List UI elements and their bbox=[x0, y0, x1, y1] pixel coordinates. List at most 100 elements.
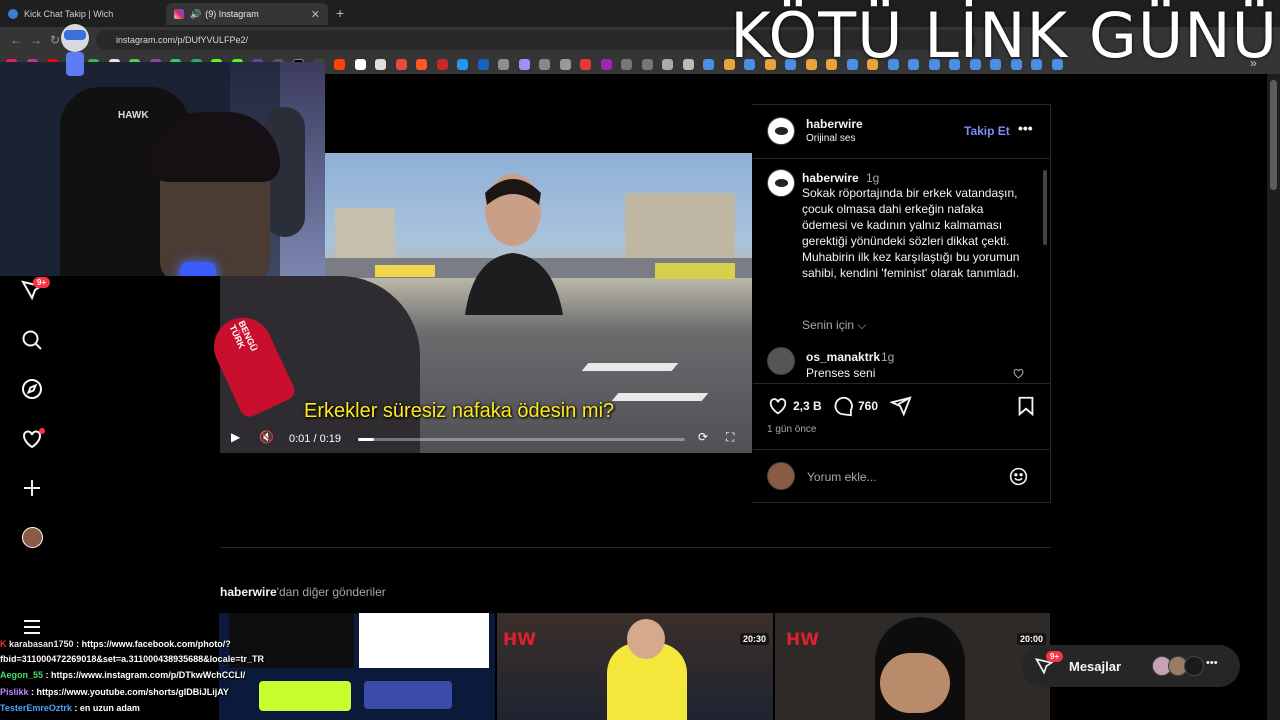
post-timestamp: 1 gün önce bbox=[767, 424, 817, 435]
bookmark-icon[interactable] bbox=[600, 58, 612, 70]
haberwire-logo: HW bbox=[503, 630, 536, 650]
bookmark-icon[interactable] bbox=[416, 58, 427, 70]
comment-like-icon[interactable] bbox=[1012, 367, 1025, 380]
progress-fill bbox=[358, 438, 375, 441]
folder-icon[interactable] bbox=[682, 58, 694, 70]
comments-scrollbar[interactable] bbox=[1042, 160, 1048, 382]
bookmark-icon[interactable] bbox=[518, 58, 530, 70]
caption-username[interactable]: haberwire bbox=[802, 171, 859, 185]
time-total: 0:19 bbox=[319, 433, 342, 445]
chat-username: Pislikk bbox=[0, 686, 29, 697]
messages-button[interactable]: 9+ Mesajlar ••• bbox=[1022, 645, 1240, 687]
bookmark-icon[interactable] bbox=[703, 58, 714, 70]
new-tab-button[interactable]: + bbox=[336, 5, 344, 21]
profile-icon[interactable] bbox=[22, 527, 43, 548]
panel-divider bbox=[753, 449, 1050, 450]
for-you-label: Senin için bbox=[802, 318, 855, 332]
notification-dot bbox=[39, 428, 45, 434]
instagram-favicon-icon bbox=[174, 9, 184, 19]
scrollbar-thumb[interactable] bbox=[1270, 80, 1277, 190]
explore-icon[interactable] bbox=[20, 377, 44, 401]
forward-icon[interactable]: → bbox=[30, 33, 42, 47]
comment-icon[interactable] bbox=[832, 395, 854, 417]
more-posts-heading: haberwire'dan diğer gönderiler bbox=[220, 585, 386, 599]
back-icon[interactable]: ← bbox=[10, 33, 22, 47]
create-icon[interactable] bbox=[20, 476, 44, 500]
post-thumbnail[interactable] bbox=[497, 613, 773, 720]
bookmark-icon[interactable] bbox=[539, 58, 550, 70]
url-text: instagram.com/p/DUfYVULFPe2/ bbox=[116, 35, 249, 45]
chat-username: Aegon_55 bbox=[0, 670, 44, 680]
chat-message: Aegon_55 : https://www.instagram.com/p/D… bbox=[0, 667, 300, 684]
time-current: 0:01 bbox=[289, 433, 311, 445]
bookmark-icon[interactable] bbox=[641, 58, 653, 70]
page-scrollbar[interactable] bbox=[1267, 74, 1280, 720]
close-tab-icon[interactable]: ✕ bbox=[311, 8, 320, 21]
play-icon[interactable]: ▶ bbox=[231, 430, 240, 444]
share-icon[interactable] bbox=[890, 395, 912, 417]
speaker-icon: 🔊 bbox=[190, 8, 202, 19]
bookmark-icon[interactable] bbox=[354, 58, 366, 70]
notification-badge: 9+ bbox=[33, 277, 51, 288]
save-icon[interactable] bbox=[1015, 395, 1037, 417]
kick-favicon-icon bbox=[8, 9, 18, 19]
panel-divider bbox=[753, 158, 1050, 159]
current-user-avatar bbox=[767, 462, 795, 490]
for-you-toggle[interactable]: Senin için ⌵ bbox=[802, 318, 866, 333]
video-progress-bar[interactable] bbox=[358, 438, 685, 441]
comment-username[interactable]: os_manaktrk bbox=[806, 350, 880, 364]
like-count[interactable]: 2,3 B bbox=[793, 399, 822, 413]
bookmark-icon[interactable] bbox=[621, 58, 632, 70]
bookmark-icon[interactable] bbox=[498, 58, 509, 70]
more-messages-icon: ••• bbox=[1206, 657, 1218, 669]
post-panel bbox=[752, 104, 1051, 503]
streamer-microphone bbox=[180, 262, 216, 276]
search-icon[interactable] bbox=[20, 328, 44, 352]
bookmark-icon[interactable] bbox=[334, 58, 345, 70]
kick-icon: K bbox=[0, 639, 7, 649]
messages-label: Mesajlar bbox=[1069, 659, 1122, 674]
comment-avatar[interactable] bbox=[767, 347, 795, 375]
like-icon[interactable] bbox=[767, 395, 789, 417]
follow-button[interactable]: Takip Et bbox=[964, 124, 1010, 138]
bookmark-icon[interactable] bbox=[580, 58, 591, 70]
chat-message: Pislikk : https://www.youtube.com/shorts… bbox=[0, 684, 300, 701]
post-author-name[interactable]: haberwire bbox=[806, 117, 863, 131]
bookmark-icon[interactable] bbox=[395, 58, 407, 70]
tab-label: Kick Chat Takip | Wich bbox=[24, 9, 114, 19]
replay-icon[interactable]: ⟳ bbox=[698, 430, 708, 444]
post-author-avatar[interactable] bbox=[767, 117, 795, 145]
comment-input[interactable]: Yorum ekle... bbox=[807, 470, 877, 484]
message-avatar bbox=[1184, 656, 1204, 676]
thumbnail-time: 20:00 bbox=[1017, 633, 1047, 645]
mute-icon[interactable]: 🔇 bbox=[259, 430, 274, 444]
chat-username: karabasan1750 bbox=[9, 639, 74, 649]
section-divider bbox=[220, 547, 1051, 548]
comment-age: 1g bbox=[881, 350, 895, 364]
bookmark-icon[interactable] bbox=[375, 58, 386, 70]
more-options-icon[interactable]: ••• bbox=[1018, 120, 1033, 136]
panel-divider bbox=[753, 383, 1050, 384]
chevron-down-icon: ⌵ bbox=[857, 318, 867, 332]
reel-icon bbox=[471, 621, 487, 637]
chat-text: : en uzun adam bbox=[74, 703, 140, 713]
chat-username: TesterEmreOztrk bbox=[0, 703, 72, 713]
menu-icon[interactable] bbox=[20, 615, 44, 639]
tab-instagram[interactable]: 🔊 (9) Instagram ✕ bbox=[166, 3, 328, 25]
bookmark-icon[interactable] bbox=[477, 58, 489, 70]
mascot-sticker bbox=[61, 24, 89, 76]
chat-text: : https://www.instagram.com/p/DTkwWchCCL… bbox=[45, 670, 246, 680]
heading-username[interactable]: haberwire bbox=[220, 585, 277, 599]
bookmark-icon[interactable] bbox=[457, 58, 468, 70]
post-caption: Sokak röportajında bir erkek vatandaşın,… bbox=[802, 186, 1020, 280]
webcam-overlay: HAWK bbox=[0, 62, 325, 276]
bookmark-icon[interactable] bbox=[436, 58, 448, 70]
bookmark-icon[interactable] bbox=[559, 58, 571, 70]
post-audio-label[interactable]: Orijinal ses bbox=[806, 133, 855, 144]
chat-message: TesterEmreOztrk : en uzun adam bbox=[0, 700, 300, 717]
bookmark-icon[interactable] bbox=[662, 58, 673, 70]
chat-text: : https://www.youtube.com/shorts/gIDBiJL… bbox=[31, 686, 229, 697]
emoji-icon[interactable] bbox=[1008, 466, 1029, 487]
caption-avatar[interactable] bbox=[767, 169, 795, 197]
fullscreen-icon[interactable]: ⛶ bbox=[726, 430, 734, 445]
